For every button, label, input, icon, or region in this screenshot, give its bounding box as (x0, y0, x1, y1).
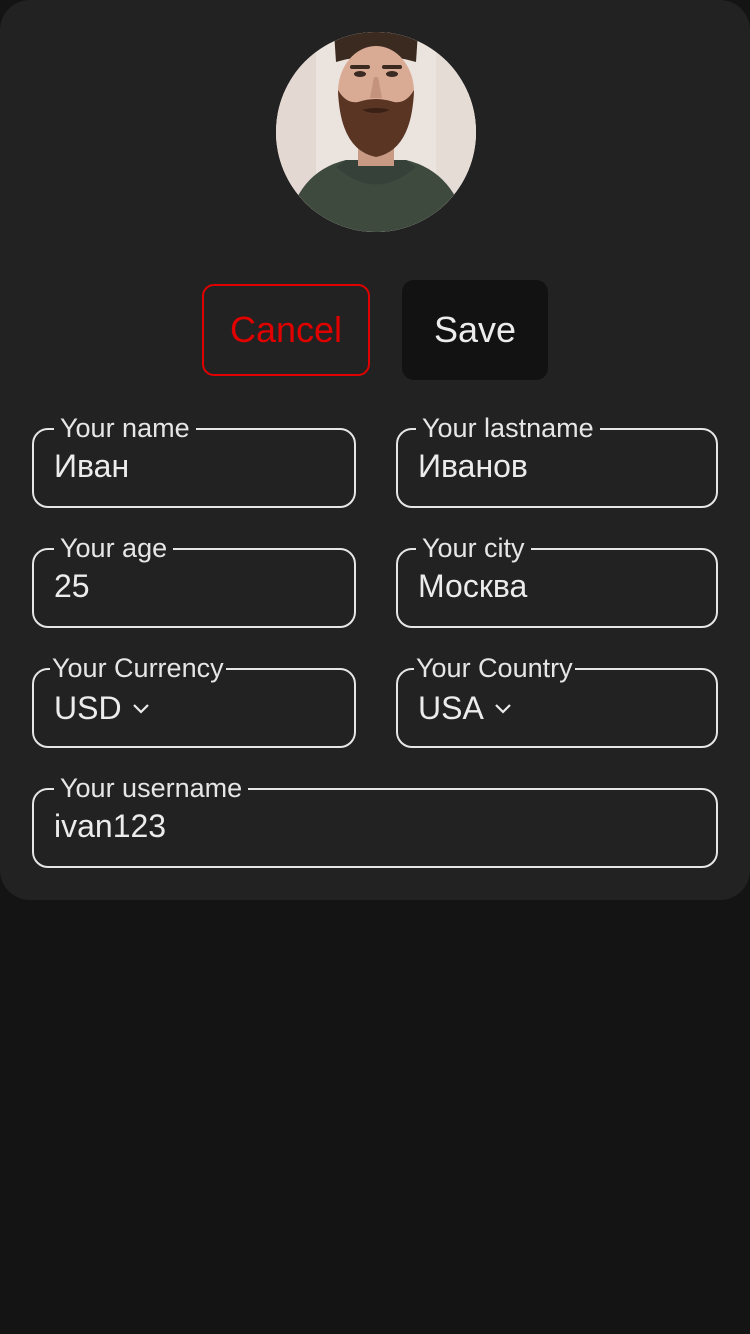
name-value: Иван (54, 448, 130, 484)
city-field[interactable]: Your city Москва (396, 535, 718, 628)
chevron-down-icon (132, 704, 149, 714)
name-field[interactable]: Your name Иван (32, 415, 356, 508)
currency-label: Your Currency (50, 653, 226, 683)
avatar[interactable] (276, 32, 476, 232)
lastname-value: Иванов (418, 448, 528, 484)
cancel-button[interactable]: Cancel (202, 284, 370, 376)
username-label: Your username (54, 775, 249, 802)
currency-value-wrap: USD (54, 690, 150, 726)
country-select[interactable]: Your Country USA (396, 655, 718, 748)
age-field[interactable]: Your age 25 (32, 535, 356, 628)
chevron-down-icon (495, 704, 511, 714)
username-value: ivan123 (54, 808, 167, 844)
age-label: Your age (54, 535, 174, 562)
city-label: Your city (416, 535, 531, 562)
currency-select[interactable]: Your Currency USD (32, 655, 356, 748)
country-label: Your Country (414, 653, 575, 683)
country-value-wrap: USA (418, 690, 512, 726)
name-label: Your name (54, 415, 196, 442)
profile-photo-image (276, 32, 476, 232)
save-button[interactable]: Save (402, 280, 548, 380)
profile-card: Cancel Save Your name Иван Your lastname… (0, 0, 750, 900)
city-value: Москва (418, 568, 528, 604)
country-value: USA (418, 690, 484, 726)
age-value: 25 (54, 568, 90, 604)
username-field[interactable]: Your username ivan123 (32, 775, 718, 868)
currency-value: USD (54, 690, 122, 726)
lastname-label: Your lastname (416, 415, 600, 442)
lastname-field[interactable]: Your lastname Иванов (396, 415, 718, 508)
